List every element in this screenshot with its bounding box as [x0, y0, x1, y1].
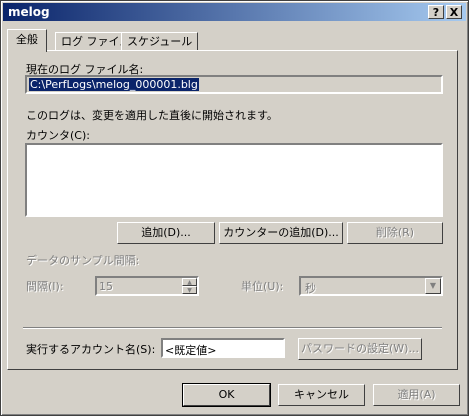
close-button[interactable]: X [446, 5, 462, 19]
counters-list[interactable] [25, 143, 443, 217]
interval-label: 間隔(I): [26, 280, 64, 293]
cancel-button[interactable]: キャンセル [278, 384, 365, 406]
sample-interval-label: データのサンプル間隔: [26, 254, 140, 267]
run-as-value: <既定値> [165, 344, 217, 357]
window-title: melog [8, 5, 50, 19]
dialog-window: melog ? X 全般 ログ ファイル スケジュール 現在のログ ファイル名:… [0, 0, 469, 416]
remove-button[interactable]: 削除(R) [347, 222, 443, 244]
ok-button[interactable]: OK [182, 383, 271, 407]
run-as-input[interactable]: <既定値> [161, 338, 285, 358]
units-value: 秒 [305, 282, 316, 295]
tab-schedule[interactable]: スケジュール [121, 32, 199, 51]
apply-button[interactable]: 適用(A) [373, 384, 460, 406]
current-log-field: C:\PerfLogs\melog_000001.blg [25, 75, 443, 94]
set-password-button[interactable]: パスワードの設定(W)... [298, 338, 422, 360]
chevron-down-icon[interactable]: ▼ [425, 278, 441, 294]
info-text: このログは、変更を適用した直後に開始されます。 [26, 109, 278, 122]
spin-up-icon[interactable]: ▲ [182, 278, 197, 286]
help-button[interactable]: ? [428, 5, 444, 19]
counters-label: カウンタ(C): [26, 129, 90, 142]
units-select[interactable]: 秒 [299, 276, 443, 296]
separator [23, 327, 442, 329]
add-counter-button[interactable]: カウンターの追加(D)... [219, 222, 343, 244]
units-label: 単位(U): [241, 280, 284, 293]
interval-value: 15 [99, 280, 113, 293]
title-bar: melog ? X [3, 3, 466, 21]
spin-down-icon[interactable]: ▼ [182, 286, 197, 294]
run-as-label: 実行するアカウント名(S): [26, 343, 156, 356]
add-button[interactable]: 追加(D)... [117, 222, 215, 244]
tab-general[interactable]: 全般 [7, 29, 47, 52]
current-log-value: C:\PerfLogs\melog_000001.blg [29, 78, 199, 91]
